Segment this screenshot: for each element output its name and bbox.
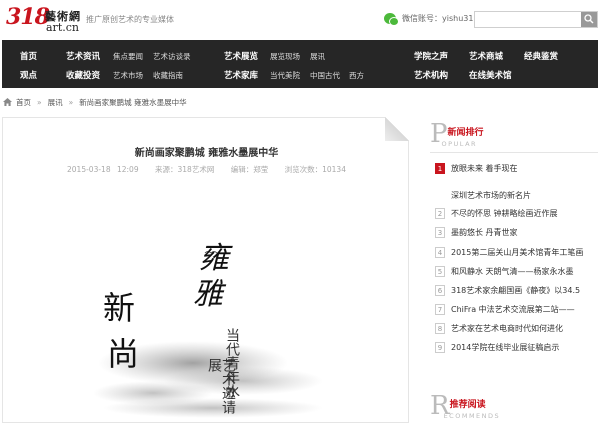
rank-number: 6 <box>435 285 445 296</box>
search-input[interactable] <box>475 12 582 27</box>
nav-art-market[interactable]: 艺术市场 <box>113 70 143 81</box>
rank-title: 艺术家在艺术电商时代如何进化 <box>451 324 563 333</box>
poster-char-xin: 新 <box>103 289 136 327</box>
rank-number: 8 <box>435 323 445 334</box>
rank-number: 7 <box>435 304 445 315</box>
article-meta: 2015-03-18 12:09 来源：318艺术网 编辑：郑莹 浏览次数：10… <box>3 164 410 175</box>
nav-contemporary-academy[interactable]: 当代美院 <box>270 70 300 81</box>
article-editor: 编辑：郑莹 <box>230 165 269 174</box>
recommend-title: 推荐阅读 <box>449 400 486 410</box>
nav-exhibitions[interactable]: 艺术展览 <box>224 50 258 62</box>
nav-art-news[interactable]: 艺术资讯 <box>66 50 100 62</box>
wechat-account[interactable]: 微信账号：yishu318 <box>384 13 479 26</box>
nav-online-museum[interactable]: 在线美术馆 <box>469 69 512 81</box>
article-title: 新尚画家聚鹏城 雍雅水墨展中华 <box>134 148 279 159</box>
rank-title: 和风静水 天朗气清——杨家永水墨 <box>451 267 574 276</box>
search-icon <box>584 14 594 24</box>
home-icon <box>3 98 12 106</box>
breadcrumb-current: 新尚画家聚鹏城 雍雅水墨展中华 <box>79 97 187 107</box>
rank-title: 放眼未来 着手现在 <box>451 164 518 173</box>
article-source: 来源：318艺术网 <box>155 165 215 174</box>
site-logo[interactable]: 318 藝術網 art.cn <box>6 4 82 34</box>
site-header: 318 藝術網 art.cn 推广原创艺术的专业媒体 微信账号：yishu318 <box>0 0 600 40</box>
nav-interviews[interactable]: 艺术访谈录 <box>153 51 191 62</box>
list-item[interactable]: 4 2015第二届关山月美术馆青年工笔画 <box>435 247 583 258</box>
rank-number: 3 <box>435 227 445 238</box>
nav-focus-news[interactable]: 焦点要闻 <box>113 51 143 62</box>
nav-academy[interactable]: 学院之声 <box>414 50 448 62</box>
rank-title: ChiFra 中法艺术交流展第二站—— <box>451 305 575 314</box>
list-item[interactable]: 深圳艺术市场的新名片 <box>435 190 531 201</box>
breadcrumb-section[interactable]: 展讯 <box>48 97 63 108</box>
poster-subtitle-2: 艺术邀请展 <box>206 358 236 414</box>
rank-title: 318艺术家余翩国画《静夜》以34.5 <box>451 286 581 295</box>
nav-ancient-china[interactable]: 中国古代 <box>310 70 340 81</box>
wechat-label: 微信账号：yishu318 <box>402 14 479 23</box>
search-button[interactable] <box>581 12 597 27</box>
nav-exhibition-news[interactable]: 展讯 <box>310 51 325 62</box>
rank-title: 墨韵悠长 丹青世家 <box>451 228 518 237</box>
news-rank-header: P 新闻排行 OPULAR <box>430 121 484 148</box>
nav-classics[interactable]: 经典鉴赏 <box>524 50 558 62</box>
breadcrumb-home[interactable]: 首页 <box>16 97 31 108</box>
list-item[interactable]: 8 艺术家在艺术电商时代如何进化 <box>435 323 563 334</box>
nav-western[interactable]: 西方 <box>349 70 364 81</box>
breadcrumb-separator: » <box>37 97 42 107</box>
list-item[interactable]: 2 不尽的怀思 钟耕略绘画近作展 <box>435 208 558 219</box>
search-box <box>474 11 598 28</box>
rank-number: 4 <box>435 247 445 258</box>
rank-title: 2014学院在线毕业展征稿启示 <box>451 343 560 352</box>
list-item[interactable]: 1 放眼未来 着手现在 <box>435 163 518 174</box>
rank-title: 不尽的怀思 钟耕略绘画近作展 <box>451 209 558 218</box>
logo-number: 318 <box>6 4 50 30</box>
list-item[interactable]: 7 ChiFra 中法艺术交流展第二站—— <box>435 304 575 315</box>
page-fold-corner <box>385 117 409 141</box>
poster-char-shang: 尚 <box>107 335 140 373</box>
rank-title: 2015第二届关山月美术馆青年工笔画 <box>451 248 584 257</box>
rank-number: 5 <box>435 266 445 277</box>
poster-char-yong: 雍 <box>199 241 229 276</box>
article-views: 浏览次数：10134 <box>284 165 346 174</box>
news-rank-subtitle: OPULAR <box>441 140 478 148</box>
nav-exhibition-scene[interactable]: 展览现场 <box>270 51 300 62</box>
article-panel: 新尚画家聚鹏城 雍雅水墨展中华 2015-03-18 12:09 来源：318艺… <box>2 117 409 423</box>
breadcrumb-separator: » <box>68 97 74 107</box>
rank-number: 9 <box>435 342 445 353</box>
list-item[interactable]: 5 和风静水 天朗气清——杨家永水墨 <box>435 266 574 277</box>
list-item[interactable]: 6 318艺术家余翩国画《静夜》以34.5 <box>435 285 580 296</box>
rank-number: 1 <box>435 163 445 174</box>
nav-collection[interactable]: 收藏投资 <box>66 69 100 81</box>
logo-domain: art.cn <box>46 21 79 34</box>
list-item[interactable]: 9 2014学院在线毕业展征稿启示 <box>435 342 559 353</box>
news-rank-title: 新闻排行 <box>447 128 484 138</box>
site-slogan: 推广原创艺术的专业媒体 <box>86 15 174 24</box>
nav-artist-library[interactable]: 艺术家库 <box>224 69 258 81</box>
wechat-icon <box>384 13 399 26</box>
rank-number: 2 <box>435 208 445 219</box>
recommend-subtitle: ECOMMENDS <box>443 412 501 420</box>
nav-opinion[interactable]: 观点 <box>20 69 37 81</box>
poster-char-ya: 雅 <box>193 277 223 312</box>
nav-art-mall[interactable]: 艺术商城 <box>469 50 503 62</box>
article-date: 2015-03-18 12:09 <box>67 165 139 174</box>
nav-home[interactable]: 首页 <box>20 50 37 62</box>
list-item[interactable]: 3 墨韵悠长 丹青世家 <box>435 227 518 238</box>
nav-collection-guide[interactable]: 收藏指南 <box>153 70 183 81</box>
nav-art-institutions[interactable]: 艺术机构 <box>414 69 448 81</box>
divider <box>430 152 598 153</box>
recommend-header: R 推荐阅读 ECOMMENDS <box>430 393 501 420</box>
main-nav: 首页 艺术资讯 焦点要闻 艺术访谈录 艺术展览 展览现场 展讯 学院之声 艺术商… <box>2 40 598 88</box>
rank-title: 深圳艺术市场的新名片 <box>451 191 531 200</box>
breadcrumb: 首页 » 展讯 » 新尚画家聚鹏城 雍雅水墨展中华 <box>3 96 187 108</box>
